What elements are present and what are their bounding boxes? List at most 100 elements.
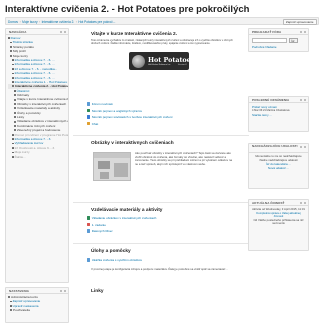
tree-node-icon (10, 45, 12, 48)
no-events-text: Momentálne tu nie sú nadchádzajúce žiadn… (255, 154, 302, 162)
advanced-search-link[interactable]: Podrobné hľadanie (252, 45, 276, 49)
breadcrumb-current[interactable]: Hot Potatoes pre pokroč... (78, 20, 115, 24)
nav-item-label: Interaktívne cvičenia 1. - Hot Potatoes … (14, 79, 68, 84)
activity-link[interactable]: Vkladanie obrázkov v interaktívnych cvič… (87, 216, 156, 220)
activity-link[interactable]: 1. zadanie (87, 223, 106, 227)
nav-item-label: Moje kurzy (13, 53, 28, 58)
block-tools (59, 30, 66, 34)
dock-icon[interactable] (303, 201, 306, 205)
section-images: Obrázky v interaktívnych cvičeniach Ako … (73, 137, 249, 203)
breadcrumb-separator: › (75, 20, 77, 24)
tree-node-icon (14, 94, 16, 97)
section-title: Vitajte v kurze Interaktívne cvičenia 2. (91, 32, 178, 37)
nav-item-label: Informatika a Alcove 7. - 6. ... (14, 57, 55, 62)
tree-node-icon (10, 41, 12, 44)
dock-icon[interactable] (63, 289, 66, 293)
search-forums-block: PREHĽADAŤ FÓRA Ísť Podrobné hľadanie (248, 28, 309, 52)
activity-label: Ukážka cvičenia s využitím obrázkov (91, 258, 143, 262)
activity-link[interactable]: Chat (87, 122, 98, 126)
tree-node-icon (10, 54, 12, 57)
section-welcome: Vitajte v kurze Interaktívne cvičenia 2.… (73, 28, 249, 136)
nav-item-label: Môj profil (13, 49, 26, 54)
tree-node-icon (12, 76, 14, 79)
section-title-links: Linky (91, 289, 104, 294)
tree-node-icon (12, 72, 14, 75)
search-input[interactable] (252, 38, 287, 43)
section-summary: Ako používať obrázky v interaktívnych cv… (135, 151, 233, 167)
potato-icon (132, 54, 145, 68)
activity-link[interactable]: Ukážka cvičenia s využitím obrázkov (87, 258, 142, 262)
nav-item-label: Linky (17, 115, 25, 120)
nav-item-label: Inf Osobnosti a. Alcove 6. - 3. (14, 145, 56, 150)
breadcrumb-my-courses[interactable]: Moje kurzy (22, 20, 37, 24)
older-topics-link[interactable]: Staršie témy ... (252, 113, 305, 117)
search-forums-heading: PREHĽADAŤ FÓRA (249, 29, 308, 35)
nav-item-label: Upraviť nastavenia (12, 303, 39, 308)
activity-link[interactable]: Slovník pojmov a anglických výrazov (87, 109, 142, 113)
nav-item-label: Kombinácie rôznych cvičení (17, 123, 56, 128)
section-title: Obrázky v interaktívnych cvičeniach (91, 141, 174, 146)
course-content: Vitajte v kurze Interaktívne cvičenia 2.… (73, 28, 249, 324)
tree-node-icon (12, 63, 14, 66)
logo-subtitle: Half-Baked Software Inc. (148, 63, 171, 66)
nav-item-label: Informatika a Alcove 7. - 6. ... (14, 75, 55, 80)
new-event-link[interactable]: Nová udalosť ... (252, 166, 305, 170)
nav-item-label: Titulná stránka (12, 40, 33, 45)
collapse-icon[interactable] (299, 201, 303, 205)
latest-news-body: Pridať nový oznam 4 Mar 06:21 Martina Ch… (249, 103, 308, 119)
dock-icon[interactable] (63, 30, 66, 34)
upcoming-events-heading-label: NADCHÁDZAJÚCE UDALOSTI (252, 144, 298, 148)
administration-block: NASTAVENIA Administrácia kurzu Zapnúť upr… (5, 287, 69, 323)
upcoming-events-body: Momentálne tu nie sú nadchádzajúce žiadn… (249, 153, 308, 172)
activity-link[interactable]: Fórum noviniek (87, 102, 113, 106)
nav-item-label: Vyhľadávanie kurzov (14, 141, 44, 146)
activity-label: Chat (91, 121, 99, 126)
nothing-new-text: Od Vášho posledného prihlásenia sa nič n… (253, 217, 304, 226)
breadcrumb: Domov › Moje kurzy › Interaktívne cvičen… (8, 20, 115, 24)
activity-icon (87, 229, 91, 233)
collapse-icon[interactable] (299, 145, 303, 149)
search-go-button[interactable]: Ísť (288, 37, 298, 44)
activity-link[interactable]: Datových River (87, 229, 113, 233)
nav-item-label: Informatika a Alcove 7. - 6. ... (14, 62, 55, 67)
activity-label: 1. zadanie (91, 222, 106, 227)
tree-node-icon (12, 68, 14, 70)
nav-item-label: Ďalšie... (14, 154, 26, 159)
tree-node-icon (12, 155, 14, 158)
tree-node-icon (14, 107, 16, 110)
administration-tree: Administrácia kurzu Zapnúť upravovanie Upr… (6, 294, 68, 314)
nav-item[interactable]: Ďalšie... (8, 155, 66, 159)
nav-item[interactable]: Používatelia (8, 308, 66, 312)
upcoming-events-block: NADCHÁDZAJÚCE UDALOSTI Momentálne tu nie… (248, 143, 309, 189)
nav-item-label: Informatika a Alcove 7. - 6. ... (14, 71, 55, 76)
nav-item-label: Úlohy a pomôcky (17, 110, 41, 115)
collapse-icon[interactable] (59, 30, 63, 34)
dock-icon[interactable] (303, 145, 306, 149)
collapse-icon[interactable] (299, 30, 303, 34)
nav-item-label: Stránky portálu (13, 44, 34, 49)
dock-icon[interactable] (303, 30, 306, 34)
collapse-icon[interactable] (299, 98, 303, 102)
dock-icon[interactable] (303, 98, 306, 102)
nav-item-label: Vzdelávacie materiály a aktivity (17, 106, 60, 111)
collapse-icon[interactable] (59, 289, 63, 293)
block-tools (299, 30, 306, 34)
nav-item-label: Používatelia (13, 308, 30, 313)
section-materials: Vzdelávacie materiály a aktivity Vkladan… (73, 204, 249, 244)
section-summary: V prvotnej etape je konfigurácia zdrojov… (91, 267, 228, 271)
tree-node-icon (10, 50, 12, 53)
tree-node-icon (12, 147, 14, 149)
activity-label: Slovník pojmov súvisiacich s tvorbou int… (91, 115, 173, 119)
breadcrumb-course[interactable]: Interaktívne cvičenia 2. (42, 20, 75, 24)
tree-node-icon (8, 296, 10, 299)
nav-item-label: Vitajte v kurze Interaktívne cvičenia 2. (17, 97, 69, 102)
nav-item-label: Interaktívne cvičenia 2. - Hot Potatoes … (15, 84, 69, 89)
tree-node-icon (12, 133, 14, 136)
tree-node-icon (14, 103, 16, 106)
turn-editing-on-button[interactable]: Zapnúť upravovanie (282, 18, 317, 25)
block-tools (299, 98, 306, 102)
navigation-tree: Domov Titulná stránka Stránky portálu Môj p… (6, 35, 68, 160)
activity-icon (87, 102, 91, 106)
breadcrumb-home[interactable]: Domov (8, 20, 18, 24)
activity-link[interactable]: Slovník pojmov súvisiacich s tvorbou int… (87, 115, 173, 119)
